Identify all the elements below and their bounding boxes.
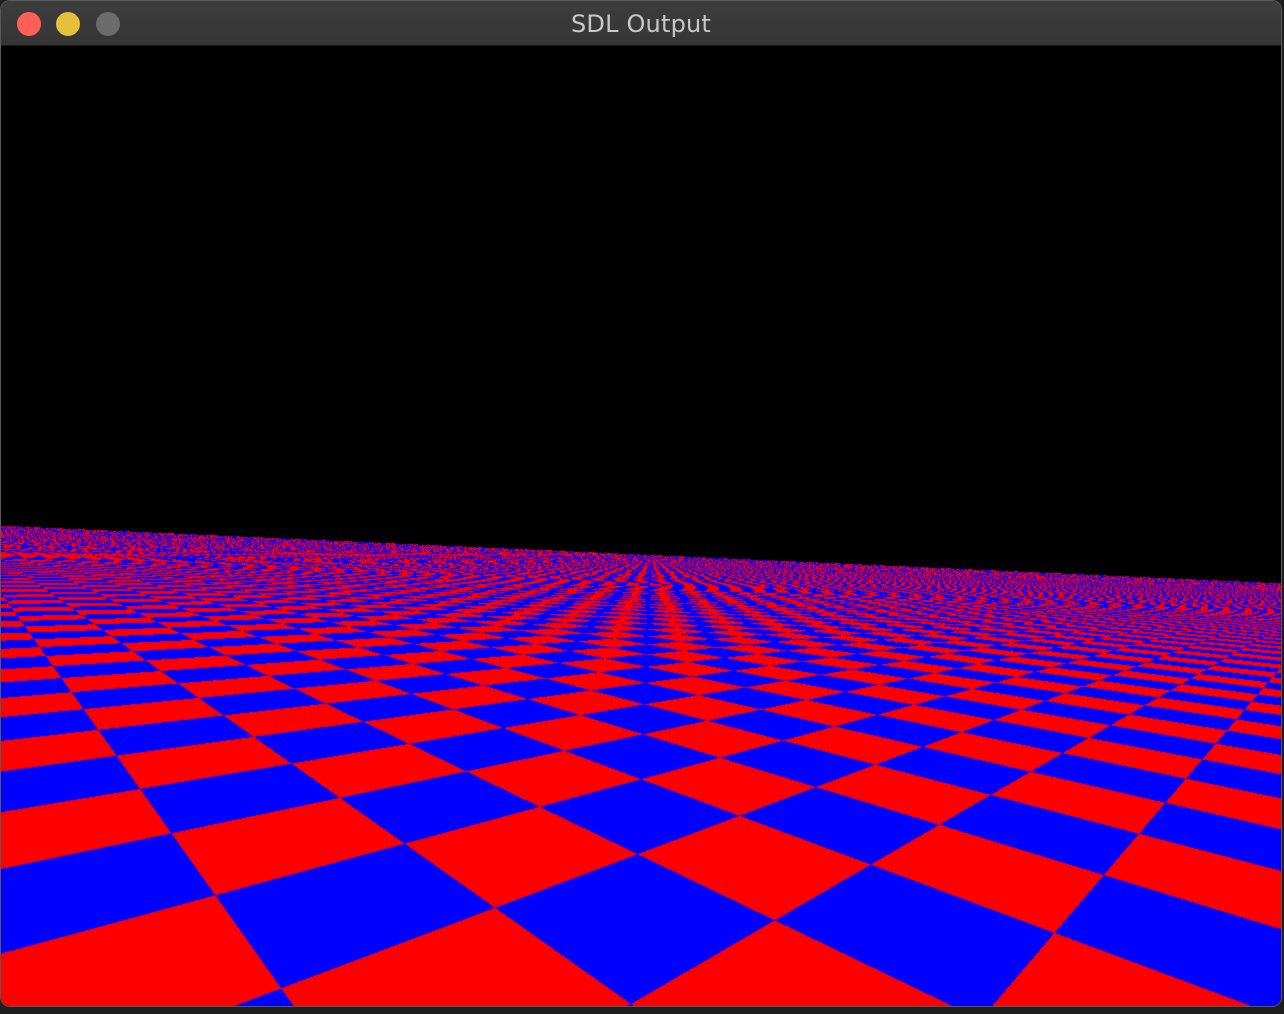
sdl-window: SDL Output xyxy=(0,0,1282,1007)
render-viewport[interactable] xyxy=(1,46,1281,1006)
checkerboard-floor-canvas xyxy=(1,46,1281,1006)
window-title: SDL Output xyxy=(570,10,712,38)
title-bar[interactable]: SDL Output xyxy=(1,1,1281,46)
